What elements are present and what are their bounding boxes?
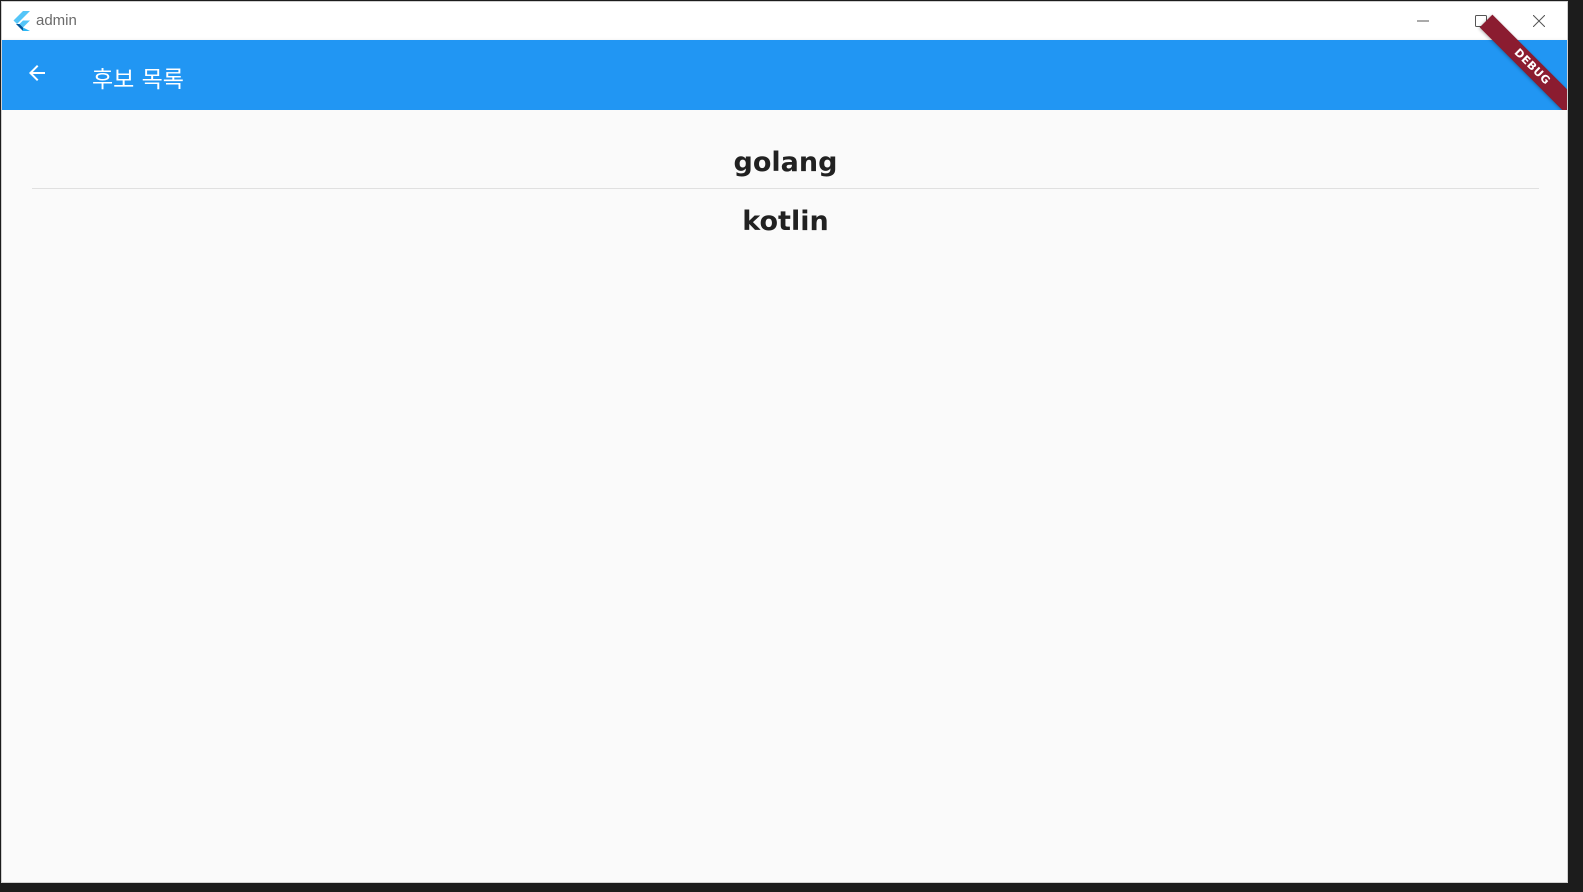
arrow-back-icon bbox=[25, 61, 49, 89]
list-item[interactable]: kotlin bbox=[32, 192, 1539, 250]
window-title: admin bbox=[36, 12, 77, 29]
back-button[interactable] bbox=[16, 54, 58, 96]
app-window: admin 후보 목록 DEBUG golang kotlin bbox=[1, 1, 1568, 883]
flutter-logo-icon bbox=[12, 11, 30, 31]
app-bar: 후보 목록 DEBUG bbox=[2, 14, 1567, 120]
minimize-button[interactable] bbox=[1394, 2, 1452, 40]
minimize-icon bbox=[1417, 12, 1429, 31]
list-item[interactable]: golang bbox=[32, 133, 1539, 191]
title-bar[interactable]: admin bbox=[2, 2, 1567, 40]
divider bbox=[32, 188, 1539, 189]
close-icon bbox=[1532, 12, 1546, 31]
candidate-list: golang kotlin bbox=[2, 110, 1567, 882]
page-title: 후보 목록 bbox=[92, 67, 184, 93]
close-button[interactable] bbox=[1510, 2, 1567, 40]
